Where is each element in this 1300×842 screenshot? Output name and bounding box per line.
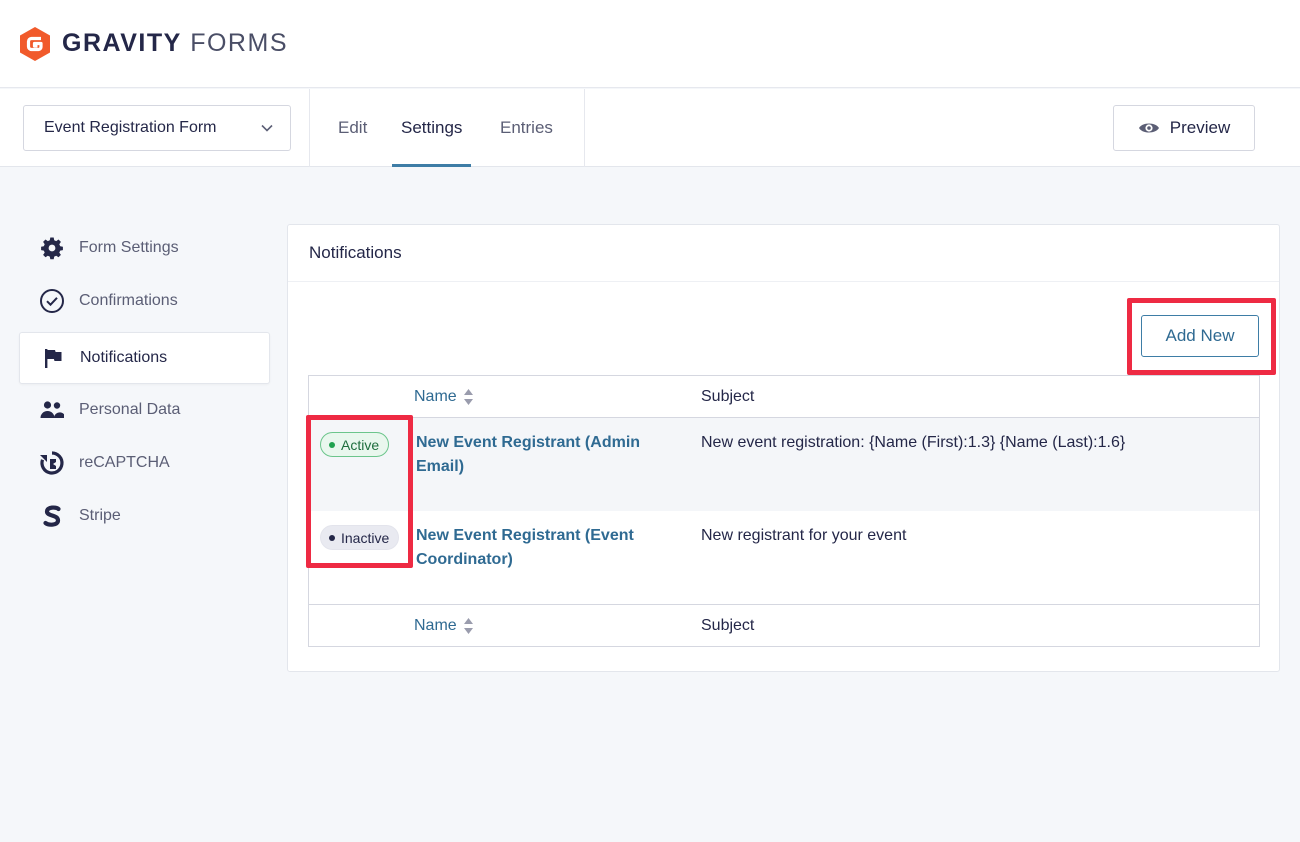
sidebar-item-stripe[interactable]: Stripe bbox=[19, 490, 270, 542]
notification-name-link[interactable]: New Event Registrant (Admin Email) bbox=[416, 431, 666, 479]
tab-entries[interactable]: Entries bbox=[500, 89, 553, 167]
tab-settings[interactable]: Settings bbox=[391, 89, 472, 167]
table-footer: Name Subject bbox=[309, 604, 1259, 646]
status-dot-icon bbox=[329, 534, 335, 541]
table-row: Inactive New Event Registrant (Event Coo… bbox=[309, 511, 1259, 604]
brand-name-bold: GRAVITY bbox=[62, 29, 182, 57]
table-row: Active New Event Registrant (Admin Email… bbox=[309, 418, 1259, 511]
tab-edit[interactable]: Edit bbox=[338, 89, 367, 167]
column-header-subject: Subject bbox=[701, 388, 755, 405]
sort-icon bbox=[463, 618, 473, 634]
panel-title: Notifications bbox=[288, 225, 1279, 282]
status-dot-icon bbox=[329, 441, 335, 448]
brand-name-light: FORMS bbox=[190, 29, 288, 57]
sidebar-item-personal-data[interactable]: Personal Data bbox=[19, 384, 270, 436]
gravity-forms-logo[interactable]: GRAVITY FORMS bbox=[18, 26, 288, 62]
gear-icon bbox=[39, 235, 65, 261]
form-selector-dropdown[interactable]: Event Registration Form bbox=[23, 105, 291, 151]
sort-icon bbox=[463, 389, 473, 405]
status-badge-inactive[interactable]: Inactive bbox=[320, 525, 400, 550]
status-label: Active bbox=[341, 436, 380, 453]
column-footer-label: Name bbox=[414, 617, 457, 634]
sidebar-item-form-settings[interactable]: Form Settings bbox=[19, 222, 270, 274]
check-circle-icon bbox=[39, 288, 65, 314]
sidebar-item-recaptcha[interactable]: reCAPTCHA bbox=[19, 437, 270, 489]
stripe-icon bbox=[39, 503, 65, 529]
brand-name: GRAVITY FORMS bbox=[62, 29, 288, 58]
sidebar-item-label: Form Settings bbox=[79, 239, 179, 256]
brand-header: GRAVITY FORMS bbox=[0, 0, 1300, 88]
column-header-name[interactable]: Name bbox=[414, 376, 474, 418]
status-badge-active[interactable]: Active bbox=[320, 432, 390, 457]
column-footer-name[interactable]: Name bbox=[414, 605, 474, 647]
chevron-down-icon bbox=[261, 124, 273, 132]
eye-icon bbox=[1138, 123, 1159, 133]
form-tabs: Edit Settings Entries bbox=[309, 89, 585, 167]
column-header-label: Name bbox=[414, 388, 457, 405]
sidebar-item-label: Stripe bbox=[79, 507, 121, 524]
sidebar-item-label: reCAPTCHA bbox=[79, 454, 170, 471]
sidebar-item-label: Personal Data bbox=[79, 401, 181, 418]
form-toolbar: Event Registration Form Edit Settings En… bbox=[0, 89, 1300, 167]
preview-label: Preview bbox=[1169, 118, 1231, 137]
column-footer-subject: Subject bbox=[701, 617, 755, 634]
add-new-button[interactable]: Add New bbox=[1141, 315, 1259, 357]
notifications-table: Name Subject Active New Event Registrant… bbox=[308, 375, 1260, 647]
notification-subject: New registrant for your event bbox=[701, 527, 907, 544]
notification-subject: New event registration: {Name (First):1.… bbox=[701, 434, 1126, 451]
recaptcha-icon bbox=[39, 450, 65, 476]
notification-name-link[interactable]: New Event Registrant (Event Coordinator) bbox=[416, 524, 666, 572]
notifications-panel: Notifications Add New Name Subject Activ… bbox=[287, 224, 1280, 672]
form-selector-value: Event Registration Form bbox=[44, 119, 217, 136]
preview-button[interactable]: Preview bbox=[1113, 105, 1255, 151]
table-header: Name Subject bbox=[309, 376, 1259, 418]
people-icon bbox=[39, 397, 65, 423]
sidebar-item-label: Notifications bbox=[80, 349, 168, 366]
sidebar-item-notifications[interactable]: Notifications bbox=[19, 332, 270, 384]
status-label: Inactive bbox=[341, 529, 390, 546]
sidebar-item-label: Confirmations bbox=[79, 292, 178, 309]
sidebar-item-confirmations[interactable]: Confirmations bbox=[19, 275, 270, 327]
gravity-forms-logo-icon bbox=[20, 26, 50, 61]
flag-icon bbox=[40, 345, 66, 371]
